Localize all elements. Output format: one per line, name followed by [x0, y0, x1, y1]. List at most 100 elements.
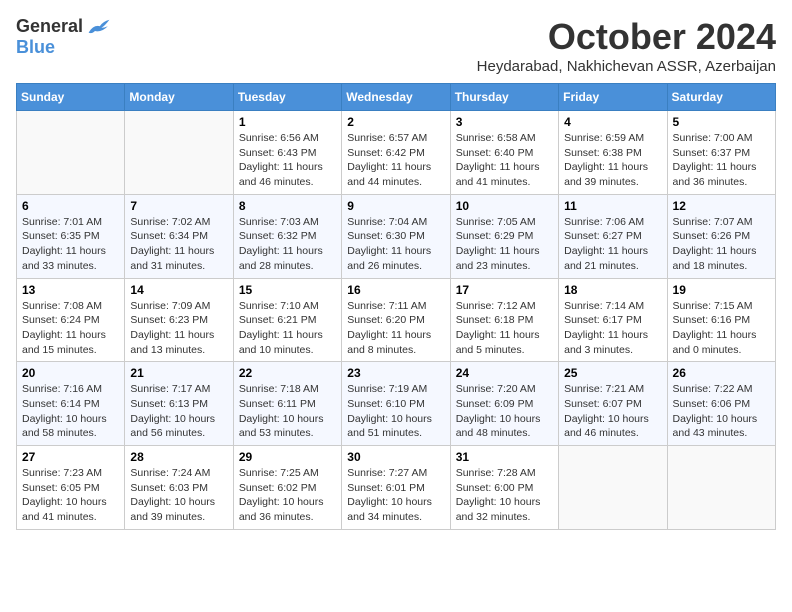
- sunset-text: Sunset: 6:16 PM: [673, 314, 751, 326]
- sunset-text: Sunset: 6:37 PM: [673, 147, 751, 159]
- sunrise-text: Sunrise: 7:28 AM: [456, 467, 536, 479]
- daylight-text: Daylight: 11 hours and 41 minutes.: [456, 161, 540, 188]
- logo-general-text: General: [16, 16, 83, 37]
- sunset-text: Sunset: 6:03 PM: [130, 482, 208, 494]
- sunset-text: Sunset: 6:35 PM: [22, 230, 100, 242]
- daylight-text: Daylight: 10 hours and 53 minutes.: [239, 413, 324, 440]
- month-title: October 2024: [477, 16, 776, 58]
- calendar-cell: 25 Sunrise: 7:21 AM Sunset: 6:07 PM Dayl…: [559, 362, 667, 446]
- day-info: Sunrise: 7:01 AM Sunset: 6:35 PM Dayligh…: [22, 215, 119, 274]
- calendar-cell: [17, 111, 125, 195]
- day-number: 25: [564, 366, 661, 380]
- daylight-text: Daylight: 10 hours and 43 minutes.: [673, 413, 758, 440]
- sunset-text: Sunset: 6:00 PM: [456, 482, 534, 494]
- sunset-text: Sunset: 6:02 PM: [239, 482, 317, 494]
- header-saturday: Saturday: [667, 84, 775, 111]
- daylight-text: Daylight: 10 hours and 34 minutes.: [347, 496, 432, 523]
- calendar-cell: 1 Sunrise: 6:56 AM Sunset: 6:43 PM Dayli…: [233, 111, 341, 195]
- calendar-cell: 6 Sunrise: 7:01 AM Sunset: 6:35 PM Dayli…: [17, 194, 125, 278]
- day-info: Sunrise: 7:10 AM Sunset: 6:21 PM Dayligh…: [239, 299, 336, 358]
- sunrise-text: Sunrise: 7:00 AM: [673, 132, 753, 144]
- sunrise-text: Sunrise: 7:09 AM: [130, 300, 210, 312]
- daylight-text: Daylight: 11 hours and 5 minutes.: [456, 329, 540, 356]
- daylight-text: Daylight: 11 hours and 21 minutes.: [564, 245, 648, 272]
- sunset-text: Sunset: 6:34 PM: [130, 230, 208, 242]
- sunrise-text: Sunrise: 7:23 AM: [22, 467, 102, 479]
- location: Heydarabad, Nakhichevan ASSR, Azerbaijan: [477, 58, 776, 75]
- calendar-cell: 23 Sunrise: 7:19 AM Sunset: 6:10 PM Dayl…: [342, 362, 450, 446]
- day-info: Sunrise: 7:00 AM Sunset: 6:37 PM Dayligh…: [673, 131, 770, 190]
- sunrise-text: Sunrise: 7:03 AM: [239, 216, 319, 228]
- daylight-text: Daylight: 10 hours and 48 minutes.: [456, 413, 541, 440]
- daylight-text: Daylight: 11 hours and 23 minutes.: [456, 245, 540, 272]
- calendar-cell: 10 Sunrise: 7:05 AM Sunset: 6:29 PM Dayl…: [450, 194, 558, 278]
- calendar-week-2: 6 Sunrise: 7:01 AM Sunset: 6:35 PM Dayli…: [17, 194, 776, 278]
- sunrise-text: Sunrise: 7:25 AM: [239, 467, 319, 479]
- day-info: Sunrise: 7:12 AM Sunset: 6:18 PM Dayligh…: [456, 299, 553, 358]
- calendar-cell: [667, 446, 775, 530]
- day-info: Sunrise: 7:24 AM Sunset: 6:03 PM Dayligh…: [130, 466, 227, 525]
- sunset-text: Sunset: 6:10 PM: [347, 398, 425, 410]
- logo: General Blue: [16, 16, 111, 58]
- daylight-text: Daylight: 11 hours and 44 minutes.: [347, 161, 431, 188]
- day-number: 27: [22, 450, 119, 464]
- day-number: 3: [456, 115, 553, 129]
- sunset-text: Sunset: 6:13 PM: [130, 398, 208, 410]
- daylight-text: Daylight: 11 hours and 15 minutes.: [22, 329, 106, 356]
- day-number: 16: [347, 283, 444, 297]
- sunrise-text: Sunrise: 6:57 AM: [347, 132, 427, 144]
- sunset-text: Sunset: 6:07 PM: [564, 398, 642, 410]
- calendar-cell: 16 Sunrise: 7:11 AM Sunset: 6:20 PM Dayl…: [342, 278, 450, 362]
- calendar-cell: 14 Sunrise: 7:09 AM Sunset: 6:23 PM Dayl…: [125, 278, 233, 362]
- sunrise-text: Sunrise: 7:17 AM: [130, 383, 210, 395]
- sunset-text: Sunset: 6:40 PM: [456, 147, 534, 159]
- day-info: Sunrise: 7:28 AM Sunset: 6:00 PM Dayligh…: [456, 466, 553, 525]
- daylight-text: Daylight: 11 hours and 26 minutes.: [347, 245, 431, 272]
- calendar-cell: 3 Sunrise: 6:58 AM Sunset: 6:40 PM Dayli…: [450, 111, 558, 195]
- calendar-cell: 5 Sunrise: 7:00 AM Sunset: 6:37 PM Dayli…: [667, 111, 775, 195]
- day-number: 29: [239, 450, 336, 464]
- calendar-cell: 28 Sunrise: 7:24 AM Sunset: 6:03 PM Dayl…: [125, 446, 233, 530]
- daylight-text: Daylight: 10 hours and 39 minutes.: [130, 496, 215, 523]
- sunset-text: Sunset: 6:11 PM: [239, 398, 316, 410]
- day-info: Sunrise: 7:25 AM Sunset: 6:02 PM Dayligh…: [239, 466, 336, 525]
- calendar-cell: 30 Sunrise: 7:27 AM Sunset: 6:01 PM Dayl…: [342, 446, 450, 530]
- sunrise-text: Sunrise: 7:24 AM: [130, 467, 210, 479]
- day-number: 10: [456, 199, 553, 213]
- daylight-text: Daylight: 11 hours and 39 minutes.: [564, 161, 648, 188]
- calendar-cell: 15 Sunrise: 7:10 AM Sunset: 6:21 PM Dayl…: [233, 278, 341, 362]
- header-tuesday: Tuesday: [233, 84, 341, 111]
- calendar-table: SundayMondayTuesdayWednesdayThursdayFrid…: [16, 83, 776, 530]
- day-info: Sunrise: 7:11 AM Sunset: 6:20 PM Dayligh…: [347, 299, 444, 358]
- day-number: 21: [130, 366, 227, 380]
- day-info: Sunrise: 7:27 AM Sunset: 6:01 PM Dayligh…: [347, 466, 444, 525]
- header-friday: Friday: [559, 84, 667, 111]
- sunrise-text: Sunrise: 7:22 AM: [673, 383, 753, 395]
- sunset-text: Sunset: 6:09 PM: [456, 398, 534, 410]
- day-number: 4: [564, 115, 661, 129]
- calendar-cell: 8 Sunrise: 7:03 AM Sunset: 6:32 PM Dayli…: [233, 194, 341, 278]
- calendar-week-3: 13 Sunrise: 7:08 AM Sunset: 6:24 PM Dayl…: [17, 278, 776, 362]
- day-number: 18: [564, 283, 661, 297]
- daylight-text: Daylight: 10 hours and 46 minutes.: [564, 413, 649, 440]
- sunset-text: Sunset: 6:23 PM: [130, 314, 208, 326]
- sunrise-text: Sunrise: 7:06 AM: [564, 216, 644, 228]
- sunset-text: Sunset: 6:14 PM: [22, 398, 100, 410]
- day-number: 19: [673, 283, 770, 297]
- sunrise-text: Sunrise: 7:04 AM: [347, 216, 427, 228]
- sunset-text: Sunset: 6:21 PM: [239, 314, 317, 326]
- day-info: Sunrise: 6:59 AM Sunset: 6:38 PM Dayligh…: [564, 131, 661, 190]
- sunrise-text: Sunrise: 6:56 AM: [239, 132, 319, 144]
- day-number: 14: [130, 283, 227, 297]
- calendar-cell: 13 Sunrise: 7:08 AM Sunset: 6:24 PM Dayl…: [17, 278, 125, 362]
- calendar-cell: 7 Sunrise: 7:02 AM Sunset: 6:34 PM Dayli…: [125, 194, 233, 278]
- daylight-text: Daylight: 11 hours and 36 minutes.: [673, 161, 757, 188]
- sunrise-text: Sunrise: 7:10 AM: [239, 300, 319, 312]
- calendar-cell: [559, 446, 667, 530]
- daylight-text: Daylight: 11 hours and 33 minutes.: [22, 245, 106, 272]
- day-number: 15: [239, 283, 336, 297]
- logo-blue-text: Blue: [16, 37, 55, 58]
- day-number: 12: [673, 199, 770, 213]
- header: General Blue October 2024 Heydarabad, Na…: [16, 16, 776, 75]
- sunset-text: Sunset: 6:26 PM: [673, 230, 751, 242]
